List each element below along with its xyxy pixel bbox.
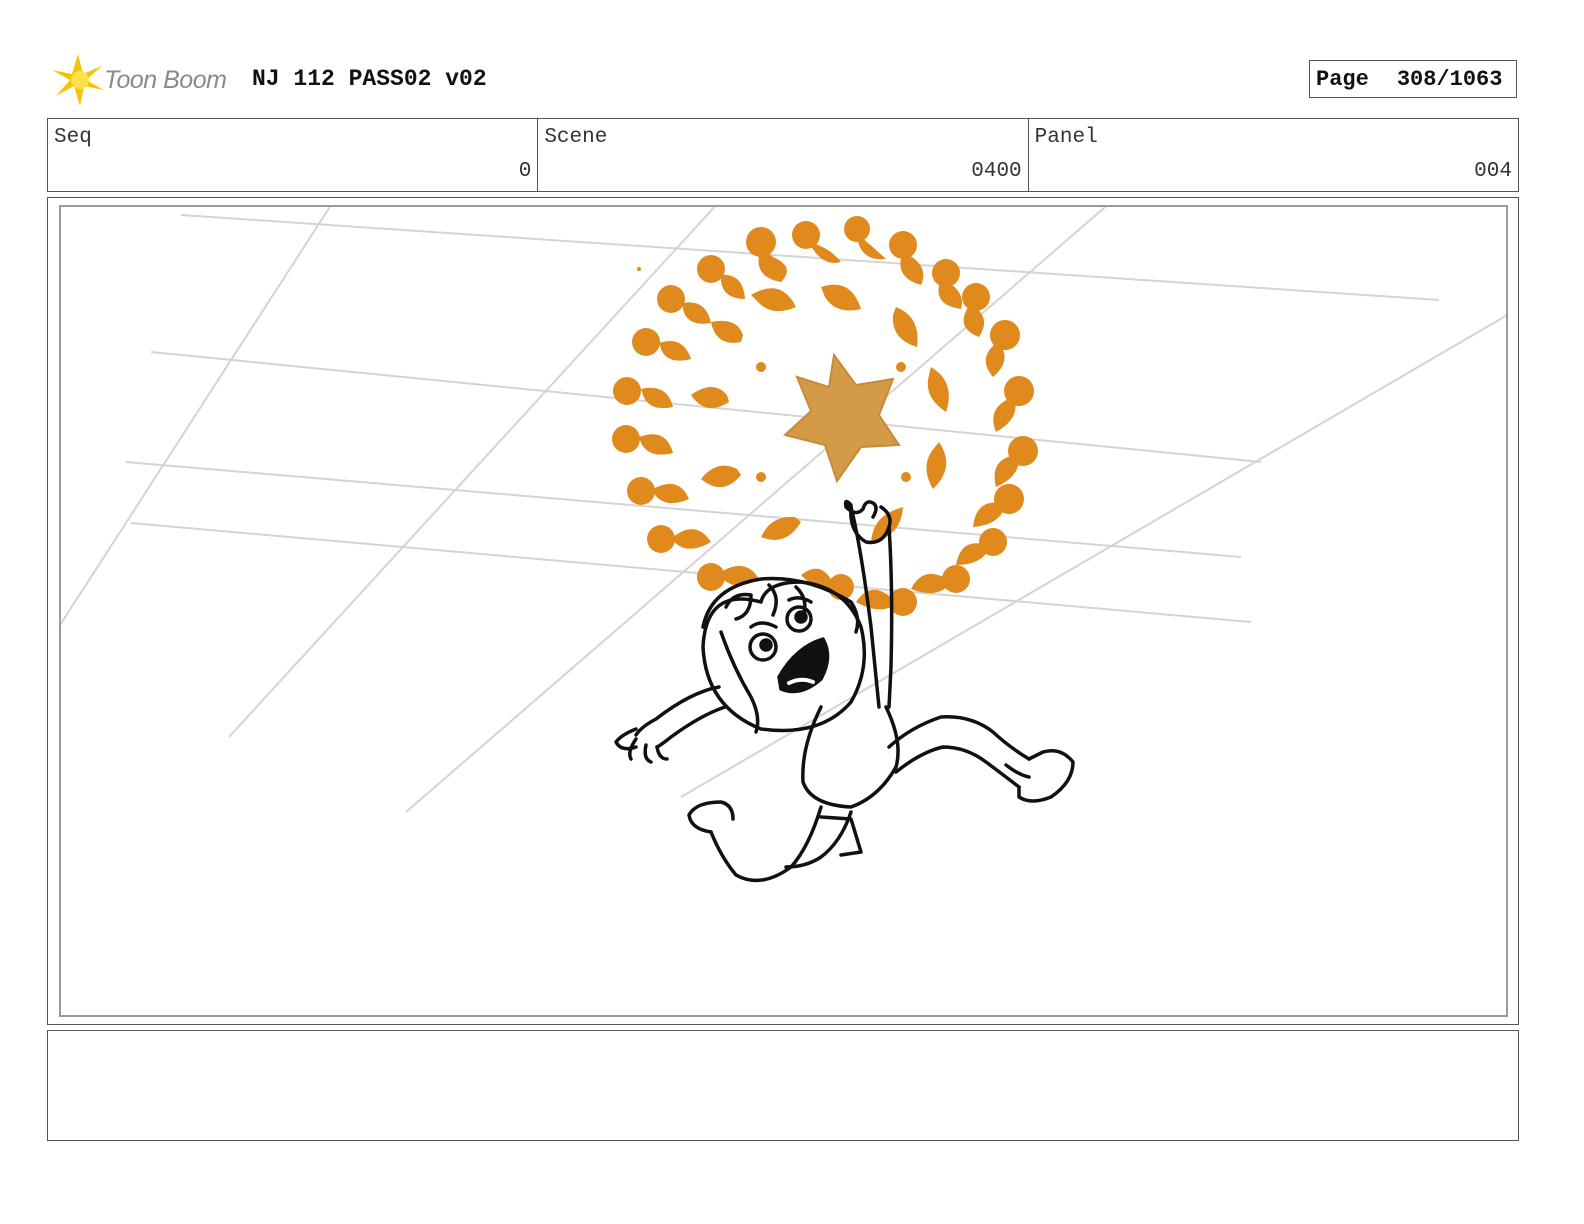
child-character [614, 499, 1075, 883]
storyboard-panel [59, 205, 1508, 1017]
star-shape [782, 352, 901, 484]
toon-boom-logo: Toon Boom [50, 52, 240, 108]
page-label: Page [1316, 66, 1369, 92]
page-indicator: Page 308/1063 [1309, 60, 1517, 98]
panel-cell: Panel 004 [1029, 119, 1518, 191]
shot-info-row: Seq 0 Scene 0400 Panel 004 [47, 118, 1519, 192]
panel-label: Panel [1034, 126, 1098, 149]
notes-box [47, 1030, 1519, 1141]
scene-cell: Scene 0400 [538, 119, 1029, 191]
logo-wordmark: Toon Boom [104, 66, 227, 94]
starburst-icon [52, 54, 104, 106]
seq-cell: Seq 0 [48, 119, 539, 191]
panel-value: 004 [1474, 160, 1512, 183]
page-number: 308/1063 [1396, 66, 1503, 92]
scene-label: Scene [544, 126, 608, 149]
panel-drawing [61, 207, 1506, 883]
scene-value: 0400 [971, 160, 1022, 183]
project-title: NJ 112 PASS02 v02 [252, 66, 487, 92]
seq-label: Seq [54, 126, 92, 149]
seq-value: 0 [518, 160, 532, 183]
